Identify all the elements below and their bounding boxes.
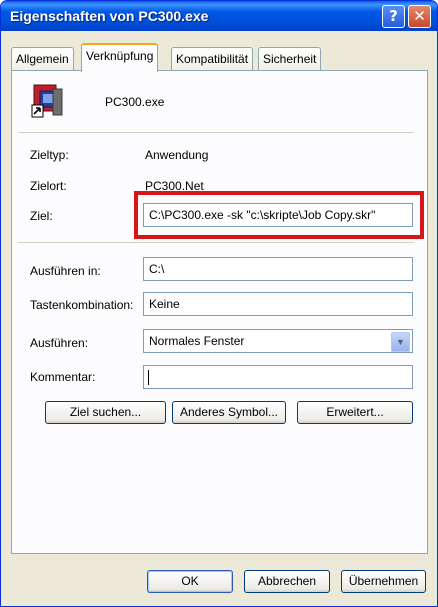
ausfuehren-label: Ausführen: <box>30 336 89 350</box>
tastenkombination-label: Tastenkombination: <box>30 298 134 312</box>
properties-dialog: Eigenschaften von PC300.exe ? ✕ Allgemei… <box>0 0 438 607</box>
ok-button[interactable]: OK <box>147 570 233 593</box>
kommentar-label: Kommentar: <box>30 370 96 384</box>
zielort-label: Zielort: <box>30 179 67 193</box>
chevron-down-icon[interactable]: ▼ <box>391 332 410 352</box>
ausfuehren-select[interactable]: Normales Fenster ▼ <box>143 329 413 353</box>
zieltyp-value: Anwendung <box>145 148 209 162</box>
tastenkombination-input[interactable]: Keine <box>143 292 413 316</box>
ziel-suchen-button[interactable]: Ziel suchen... <box>45 401 166 424</box>
ausfuehren-in-label: Ausführen in: <box>30 264 101 278</box>
shortcut-name: PC300.exe <box>105 95 165 109</box>
tab-allgemein[interactable]: Allgemein <box>11 47 74 70</box>
application-icon <box>31 83 65 119</box>
separator <box>18 242 414 243</box>
zieltyp-label: Zieltyp: <box>30 148 69 162</box>
tab-verknuepfung[interactable]: Verknüpfung <box>81 43 159 72</box>
ziel-input[interactable]: C:\PC300.exe -sk "c:\skripte\Job Copy.sk… <box>143 203 413 227</box>
anderes-symbol-button[interactable]: Anderes Symbol... <box>172 401 286 424</box>
kommentar-input[interactable] <box>143 365 413 389</box>
tab-sicherheit[interactable]: Sicherheit <box>258 47 322 70</box>
help-button[interactable]: ? <box>382 5 405 28</box>
ziel-label: Ziel: <box>30 209 53 223</box>
window-title: Eigenschaften von PC300.exe <box>10 8 209 24</box>
text-caret <box>148 370 149 385</box>
title-bar[interactable]: Eigenschaften von PC300.exe ? ✕ <box>1 1 437 31</box>
close-button[interactable]: ✕ <box>408 5 431 28</box>
separator <box>18 132 414 133</box>
erweitert-button[interactable]: Erweitert... <box>297 401 413 424</box>
tab-kompatibilitaet[interactable]: Kompatibilität <box>171 47 254 70</box>
abbrechen-button[interactable]: Abbrechen <box>244 570 330 593</box>
ausfuehren-selected-value: Normales Fenster <box>149 334 245 348</box>
uebernehmen-button[interactable]: Übernehmen <box>341 570 426 593</box>
ausfuehren-in-input[interactable]: C:\ <box>143 257 413 281</box>
